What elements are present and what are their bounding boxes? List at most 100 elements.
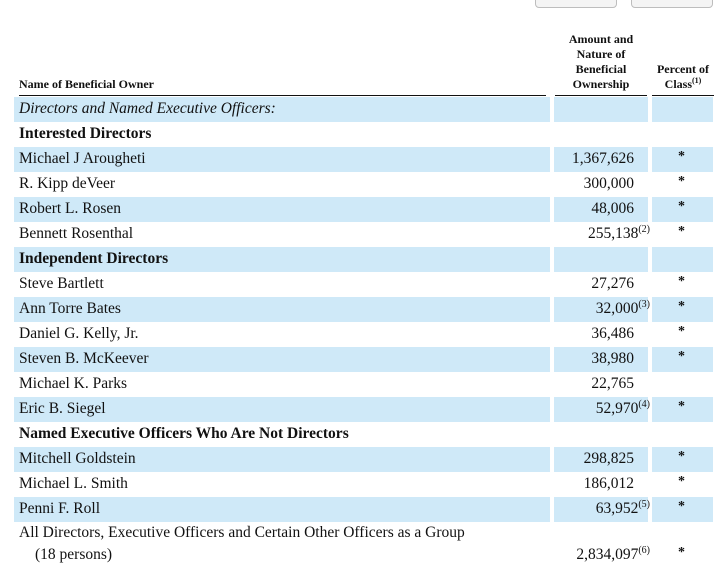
owner-name: Named Executive Officers Who Are Not Dir… bbox=[19, 425, 349, 442]
group-total-row: All Directors, Executive Officers and Ce… bbox=[0, 522, 717, 570]
section-heading-row: Directors and Named Executive Officers: bbox=[0, 97, 717, 122]
ownership-amount: 63,952(5) bbox=[595, 498, 650, 518]
owner-name: Michael J Arougheti bbox=[19, 150, 146, 167]
table-row: Bennett Rosenthal 255,138(2) * bbox=[0, 222, 717, 247]
table-row: Michael J Arougheti 1,367,626 * bbox=[0, 147, 717, 172]
percent-value: * bbox=[678, 324, 685, 339]
column-gap bbox=[550, 347, 554, 372]
section-heading-row: Independent Directors bbox=[0, 247, 717, 272]
section-heading-row: Interested Directors bbox=[0, 122, 717, 147]
percent-value: * bbox=[678, 299, 685, 314]
amount-footnote: (6) bbox=[638, 544, 650, 556]
percent-value: * bbox=[678, 274, 685, 289]
owner-name: R. Kipp deVeer bbox=[19, 175, 115, 192]
amount-value: 38,980 bbox=[591, 350, 634, 367]
percent-value: * bbox=[678, 474, 685, 489]
amount-value: 300,000 bbox=[583, 175, 634, 192]
header-amount-line: Ownership bbox=[572, 77, 630, 91]
owner-name: Ann Torre Bates bbox=[19, 300, 121, 317]
amount-value: 48,006 bbox=[591, 200, 634, 217]
percent-value: * bbox=[678, 174, 685, 189]
amount-value: 32,000 bbox=[595, 300, 639, 317]
amount-value: 63,952 bbox=[595, 500, 639, 517]
ownership-amount: 186,012 bbox=[584, 475, 634, 493]
column-gap bbox=[648, 197, 652, 222]
table-row: Robert L. Rosen 48,006 * bbox=[0, 197, 717, 222]
header-amount-line: Beneficial bbox=[575, 62, 627, 76]
percent-value: * bbox=[678, 499, 685, 514]
header-percent: Percent of Class(1) bbox=[652, 62, 714, 92]
column-gap bbox=[648, 147, 652, 172]
amount-footnote: (5) bbox=[638, 498, 650, 510]
amount-value: 27,276 bbox=[591, 275, 634, 292]
owner-name: Bennett Rosenthal bbox=[19, 225, 134, 242]
owner-name: Interested Directors bbox=[19, 125, 152, 142]
top-tab-left[interactable] bbox=[535, 0, 617, 8]
amount-value: 2,834,097 bbox=[576, 546, 639, 563]
amount-value: 1,367,626 bbox=[572, 150, 634, 167]
ownership-amount: 1,367,626 bbox=[572, 150, 634, 168]
table-row: Penni F. Roll 63,952(5) * bbox=[0, 497, 717, 522]
owner-name: Penni F. Roll bbox=[19, 500, 101, 517]
table-row: R. Kipp deVeer 300,000 * bbox=[0, 172, 717, 197]
column-gap bbox=[550, 97, 554, 122]
percent-value: * bbox=[678, 349, 685, 364]
section-heading-row: Named Executive Officers Who Are Not Dir… bbox=[0, 422, 717, 447]
amount-value: 52,970 bbox=[595, 400, 639, 417]
table-row: Daniel G. Kelly, Jr. 36,486 * bbox=[0, 322, 717, 347]
ownership-amount: 27,276 bbox=[591, 275, 634, 293]
header-amount: Amount and Nature of Beneficial Ownershi… bbox=[555, 32, 647, 92]
amount-footnote: (4) bbox=[638, 398, 650, 410]
ownership-amount: 36,486 bbox=[591, 325, 634, 343]
ownership-amount: 32,000(3) bbox=[595, 298, 650, 318]
owner-name: Daniel G. Kelly, Jr. bbox=[19, 325, 139, 342]
column-gap bbox=[550, 297, 554, 322]
group-label: All Directors, Executive Officers and Ce… bbox=[19, 524, 465, 541]
column-gap bbox=[550, 247, 554, 272]
owner-name: Steve Bartlett bbox=[19, 275, 104, 292]
owner-name: Mitchell Goldstein bbox=[19, 450, 136, 467]
amount-value: 298,825 bbox=[583, 450, 634, 467]
percent-value: * bbox=[678, 399, 685, 414]
table-row: Michael L. Smith 186,012 * bbox=[0, 472, 717, 497]
owner-name: Michael L. Smith bbox=[19, 475, 128, 492]
header-name: Name of Beneficial Owner bbox=[19, 77, 154, 91]
header-rule-amount bbox=[555, 95, 647, 96]
ownership-table: Directors and Named Executive Officers: I… bbox=[0, 97, 717, 570]
column-gap bbox=[550, 197, 554, 222]
ownership-amount: 298,825 bbox=[584, 450, 634, 468]
table-row: Eric B. Siegel 52,970(4) * bbox=[0, 397, 717, 422]
percent-value: * bbox=[678, 449, 685, 464]
group-count: (18 persons) bbox=[35, 546, 113, 563]
column-gap bbox=[648, 447, 652, 472]
amount-value: 186,012 bbox=[583, 475, 634, 492]
top-tab-right[interactable] bbox=[631, 0, 713, 8]
ownership-amount: 48,006 bbox=[591, 200, 634, 218]
owner-name: Steven B. McKeever bbox=[19, 350, 149, 367]
column-gap bbox=[550, 447, 554, 472]
header-rule-percent bbox=[652, 95, 714, 96]
column-gap bbox=[550, 147, 554, 172]
owner-name: Directors and Named Executive Officers: bbox=[19, 100, 276, 117]
amount-footnote: (2) bbox=[638, 223, 650, 235]
ownership-amount: 38,980 bbox=[591, 350, 634, 368]
owner-name: Independent Directors bbox=[19, 250, 169, 267]
percent-value: * bbox=[678, 199, 685, 214]
column-gap bbox=[648, 347, 652, 372]
table-row: Mitchell Goldstein 298,825 * bbox=[0, 447, 717, 472]
amount-value: 22,765 bbox=[591, 375, 634, 392]
header-amount-line: Amount and bbox=[568, 32, 634, 46]
owner-name: Robert L. Rosen bbox=[19, 200, 122, 217]
amount-value: 36,486 bbox=[591, 325, 634, 342]
column-gap bbox=[550, 397, 554, 422]
header-percent-line: Class(1) bbox=[652, 77, 714, 92]
column-gap bbox=[550, 497, 554, 522]
owner-name: Michael K. Parks bbox=[19, 375, 128, 392]
table-row: Ann Torre Bates 32,000(3) * bbox=[0, 297, 717, 322]
ownership-amount: 300,000 bbox=[584, 175, 634, 193]
amount-value: 255,138 bbox=[587, 225, 639, 242]
ownership-amount: 2,834,097(6) bbox=[576, 544, 650, 564]
amount-footnote: (3) bbox=[638, 298, 650, 310]
header-amount-line: Nature of bbox=[576, 47, 626, 61]
ownership-amount: 52,970(4) bbox=[595, 398, 650, 418]
